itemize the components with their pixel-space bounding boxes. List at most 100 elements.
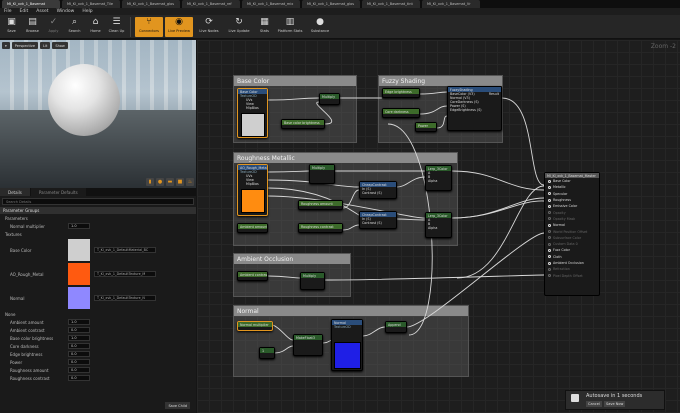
viewport-options-button[interactable]: ▾ [2, 42, 10, 49]
menu-item-help[interactable]: Help [82, 9, 92, 14]
node-lerp[interactable]: Lerp_3Color A B Alpha [425, 212, 452, 238]
browse-button[interactable]: ▤ Browse [23, 17, 42, 37]
node-normal-texture[interactable]: Normal Texture2D [331, 319, 363, 371]
node-material-output[interactable]: MI_Kl_xvk_1_Basemat_Master Base Color Met… [544, 172, 600, 296]
live-update-button[interactable]: ↻ Live Update [225, 17, 253, 37]
document-tab[interactable]: MI_Kl_xvk_1_Basemat_Vr [422, 0, 480, 8]
search-button[interactable]: ⌕ Search [65, 17, 84, 37]
apply-icon: ✓ [49, 17, 58, 27]
cube-icon[interactable]: ■ [176, 178, 184, 186]
menu-item-edit[interactable]: Edit [20, 9, 29, 14]
scalar-param-field[interactable]: 0.0 [68, 359, 90, 365]
platform-stats-button[interactable]: ▥ Platform Stats [276, 17, 304, 37]
node-core-darkness[interactable]: Core darkness [382, 108, 420, 118]
autosave-icon [571, 394, 579, 402]
tab-details[interactable]: Details [0, 188, 30, 196]
apply-button[interactable]: ✓ Apply [44, 17, 63, 37]
substance-button[interactable]: ● Substance [306, 17, 334, 37]
node-lerp[interactable]: Lerp_3Color A B Alpha [425, 165, 452, 191]
details-search-input[interactable]: Search Details [2, 198, 194, 205]
clean-up-button[interactable]: ☰ Clean Up [107, 17, 126, 37]
scalar-param-field[interactable]: 0.0 [68, 367, 90, 373]
toolbar-divider [130, 17, 131, 37]
wire [267, 170, 310, 173]
texture-asset-select[interactable]: T_Kl_xvk_1_DefaultTexture_M [94, 271, 156, 277]
document-tab[interactable]: MI_Kl_xvk_1_Basemat_glos [302, 0, 360, 8]
scalar-param-field[interactable]: 1.0 [68, 335, 90, 341]
scalar-param-row: Base color brightness 1.0 [0, 334, 196, 342]
scalar-param-row: Roughness amount 0.0 [0, 366, 196, 374]
connectors-button[interactable]: ⑂ Connectors [135, 17, 163, 37]
save-button[interactable]: ▣ Save [2, 17, 21, 37]
document-tab[interactable]: MI_Kl_xvk_1_Basemat_Tile [62, 0, 120, 8]
scalar-param-field[interactable]: 0.0 [68, 351, 90, 357]
section-parameters[interactable]: Parameters [0, 214, 196, 222]
save-now-button[interactable]: Save Now [604, 401, 626, 407]
section-none[interactable]: None [0, 310, 196, 318]
plane-icon[interactable]: ▬ [166, 178, 174, 186]
section-parameter-groups[interactable]: Parameter Groups [0, 207, 196, 214]
node-multiply[interactable]: Multiply [300, 272, 325, 290]
lit-button[interactable]: Lit [40, 42, 51, 49]
node-ambient-contrast[interactable]: Ambient contrast [237, 271, 268, 281]
node-roughness-contrast[interactable]: Roughness contrast [298, 223, 343, 233]
wire [451, 200, 545, 219]
teapot-icon[interactable]: ♨ [186, 178, 194, 186]
node-constant[interactable]: 1 [259, 347, 275, 359]
document-tab[interactable]: MI_Kl_xvk_1_Basemat_mix [242, 0, 300, 8]
menu-item-asset[interactable]: Asset [36, 9, 48, 14]
node-edge-brightness[interactable]: Edge brightness [382, 88, 420, 98]
save-child-button[interactable]: Save Child [165, 402, 190, 409]
pin-icon [548, 204, 551, 208]
document-tab[interactable]: MI_Kl_xvk_1_Basemat_tint [362, 0, 420, 8]
texture-asset-select[interactable]: T_Kl_xvk_1_DefaultMaterial_BC [94, 247, 156, 253]
scalar-param-field[interactable]: 1.0 [68, 319, 90, 325]
node-ambient-amount[interactable]: Ambient amount [237, 223, 268, 233]
normal-multiplier-field[interactable]: 1.0 [68, 223, 90, 229]
document-tab[interactable]: MI_Kl_xvk_1_Basemat [2, 0, 60, 8]
normal-multiplier-row: Normal multiplier 1.0 [0, 222, 196, 230]
node-roughness-amount[interactable]: Roughness amount [298, 200, 343, 210]
node-cheap-contrast[interactable]: CheapContrast In (S) Contrast (S) [359, 181, 397, 199]
cylinder-icon[interactable]: ▮ [146, 178, 154, 186]
tab-parameter-defaults[interactable]: Parameter Defaults [30, 188, 86, 196]
node-make-float3[interactable]: MakeFloat3 [293, 334, 323, 356]
material-preview-viewport[interactable]: ▾ Perspective Lit Show ▮ ● ▬ ■ ♨ [0, 40, 196, 188]
texture-swatch[interactable] [68, 287, 90, 309]
menu-item-file[interactable]: File [4, 9, 12, 14]
live-preview-button[interactable]: ◉ Live Preview [165, 17, 193, 37]
node-multiply[interactable]: Multiply [309, 164, 335, 184]
scalar-param-field[interactable]: 0.0 [68, 375, 90, 381]
node-append[interactable]: Append [385, 321, 407, 333]
node-multiply[interactable]: Multiply [319, 93, 340, 105]
pin-icon [548, 185, 551, 189]
scalar-param-field[interactable]: 0.0 [68, 327, 90, 333]
node-base-color-texture[interactable]: Base Color Texture2D UVs View MipBias [237, 88, 268, 138]
cancel-button[interactable]: Cancel [586, 401, 602, 407]
node-power[interactable]: Power [415, 122, 437, 132]
node-normal-multiplier[interactable]: Normal multiplier [237, 321, 273, 331]
menu-item-window[interactable]: Window [57, 9, 75, 14]
texture-swatch[interactable] [68, 263, 90, 285]
home-button[interactable]: ⌂ Home [86, 17, 105, 37]
live-nodes-button[interactable]: ⟳ Live Nodes [195, 17, 223, 37]
document-tab[interactable]: MI_Kl_xvk_1_Basemat_glos [122, 0, 180, 8]
node-ao-rough-metal-texture[interactable]: AO_Rough_Metal Texture2D UVs View MipBia… [237, 164, 268, 216]
stats-icon: ▦ [260, 17, 269, 27]
material-input-pin[interactable]: Pixel Depth Offset [545, 272, 599, 278]
material-graph[interactable]: Zoom -2 Base Color Fuzzy Shading Roughne… [197, 40, 680, 413]
node-cheap-contrast[interactable]: CheapContrast In (S) Contrast (S) [359, 211, 397, 229]
pin-icon [548, 179, 551, 183]
texture-asset-select[interactable]: T_Kl_xvk_1_DefaultTexture_N [94, 295, 156, 301]
wire [396, 176, 426, 188]
stats-button[interactable]: ▦ Stats [255, 17, 274, 37]
sphere-icon[interactable]: ● [156, 178, 164, 186]
scalar-param-field[interactable]: 0.0 [68, 343, 90, 349]
texture-swatch[interactable] [68, 239, 90, 261]
show-button[interactable]: Show [52, 42, 68, 49]
section-textures[interactable]: Textures [0, 230, 196, 238]
node-fuzzy-shading[interactable]: FuzzyShading BaseColor (V3) Result Normal… [447, 86, 502, 131]
perspective-button[interactable]: Perspective [11, 42, 39, 49]
document-tab[interactable]: MI_Kl_xvk_1_Basemat_ref [182, 0, 240, 8]
node-base-color-brightness[interactable]: Base color brightness [281, 119, 325, 129]
